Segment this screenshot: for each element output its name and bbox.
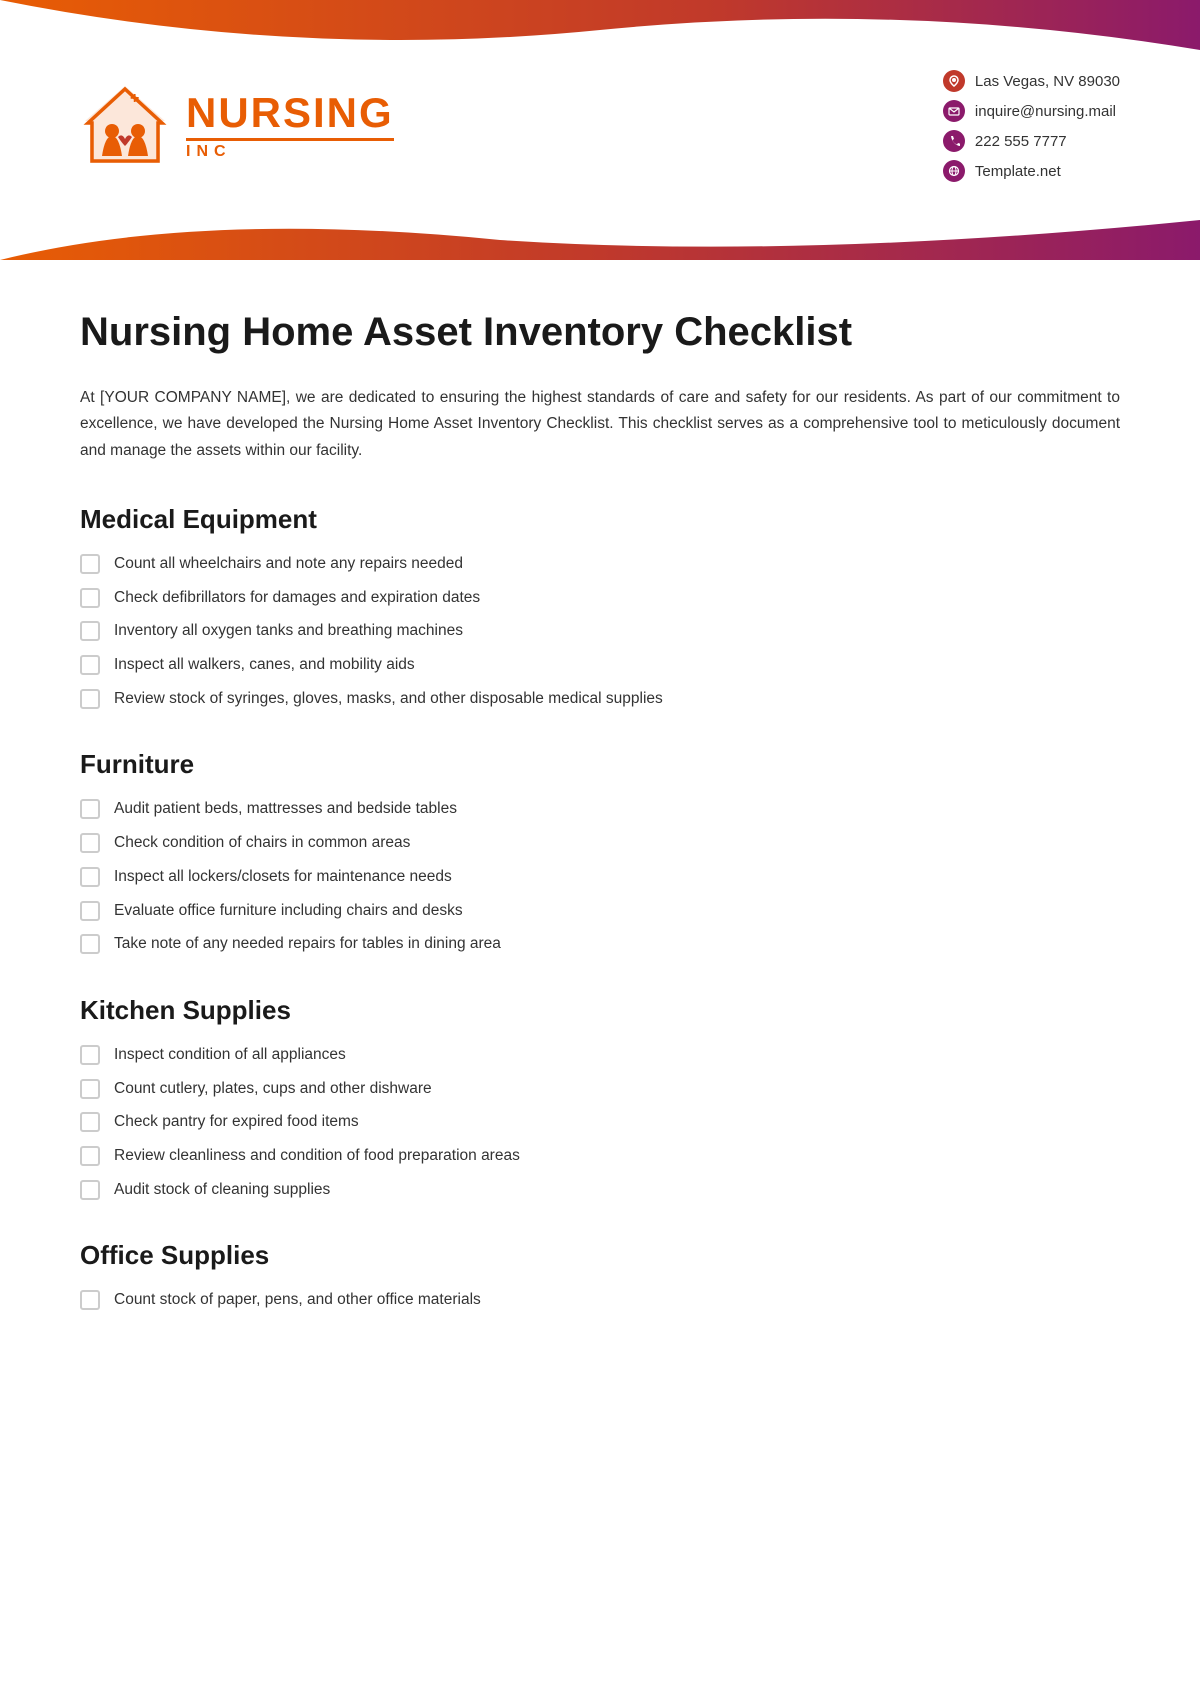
section-title-office: Office Supplies [80,1240,1120,1271]
checkbox[interactable] [80,1290,100,1310]
checklist-medical: Count all wheelchairs and note any repai… [80,553,1120,709]
phone-icon [943,130,965,152]
logo-area: + NURSING INC [80,81,394,171]
list-item: Check defibrillators for damages and exp… [80,587,1120,609]
section-title-furniture: Furniture [80,749,1120,780]
header: + NURSING INC [0,0,1200,260]
main-content: Nursing Home Asset Inventory Checklist A… [0,260,1200,1411]
checklist-office: Count stock of paper, pens, and other of… [80,1289,1120,1311]
logo-text: NURSING INC [186,92,394,161]
location-icon [943,70,965,92]
page-title: Nursing Home Asset Inventory Checklist [80,310,1120,355]
list-item: Audit patient beds, mattresses and bedsi… [80,798,1120,820]
checkbox[interactable] [80,588,100,608]
contact-email: inquire@nursing.mail [943,100,1120,122]
checkbox[interactable] [80,799,100,819]
checkbox[interactable] [80,934,100,954]
logo-name: NURSING [186,92,394,134]
checkbox[interactable] [80,1045,100,1065]
svg-text:+: + [130,90,139,107]
list-item: Evaluate office furniture including chai… [80,900,1120,922]
list-item: Review cleanliness and condition of food… [80,1145,1120,1167]
contact-phone: 222 555 7777 [943,130,1120,152]
section-furniture: Furniture Audit patient beds, mattresses… [80,749,1120,954]
section-office: Office Supplies Count stock of paper, pe… [80,1240,1120,1311]
list-item: Count cutlery, plates, cups and other di… [80,1078,1120,1100]
email-icon [943,100,965,122]
web-text: Template.net [975,163,1061,180]
logo-icon: + [80,81,170,171]
intro-text: At [YOUR COMPANY NAME], we are dedicated… [80,385,1120,464]
checkbox[interactable] [80,1146,100,1166]
checkbox[interactable] [80,833,100,853]
header-content: + NURSING INC [0,0,1200,202]
list-item: Inspect all walkers, canes, and mobility… [80,654,1120,676]
section-medical-equipment: Medical Equipment Count all wheelchairs … [80,504,1120,709]
checklist-kitchen: Inspect condition of all appliances Coun… [80,1044,1120,1200]
logo-inc: INC [186,138,394,161]
contact-web: Template.net [943,160,1120,182]
list-item: Inventory all oxygen tanks and breathing… [80,620,1120,642]
checkbox[interactable] [80,867,100,887]
contact-info: Las Vegas, NV 89030 inquire@nursing.mail [943,70,1120,182]
checkbox[interactable] [80,1079,100,1099]
checkbox[interactable] [80,621,100,641]
checklist-furniture: Audit patient beds, mattresses and bedsi… [80,798,1120,954]
web-icon [943,160,965,182]
header-wave-bottom [0,200,1200,260]
checkbox[interactable] [80,554,100,574]
checkbox[interactable] [80,655,100,675]
phone-text: 222 555 7777 [975,133,1067,150]
list-item: Count stock of paper, pens, and other of… [80,1289,1120,1311]
section-title-medical: Medical Equipment [80,504,1120,535]
section-kitchen: Kitchen Supplies Inspect condition of al… [80,995,1120,1200]
list-item: Check pantry for expired food items [80,1111,1120,1133]
list-item: Inspect all lockers/closets for maintena… [80,866,1120,888]
section-title-kitchen: Kitchen Supplies [80,995,1120,1026]
checkbox[interactable] [80,1180,100,1200]
list-item: Review stock of syringes, gloves, masks,… [80,688,1120,710]
list-item: Take note of any needed repairs for tabl… [80,933,1120,955]
checkbox[interactable] [80,689,100,709]
list-item: Check condition of chairs in common area… [80,832,1120,854]
location-text: Las Vegas, NV 89030 [975,73,1120,90]
checkbox[interactable] [80,1112,100,1132]
email-text: inquire@nursing.mail [975,103,1116,120]
list-item: Audit stock of cleaning supplies [80,1179,1120,1201]
checkbox[interactable] [80,901,100,921]
list-item: Inspect condition of all appliances [80,1044,1120,1066]
contact-location: Las Vegas, NV 89030 [943,70,1120,92]
list-item: Count all wheelchairs and note any repai… [80,553,1120,575]
